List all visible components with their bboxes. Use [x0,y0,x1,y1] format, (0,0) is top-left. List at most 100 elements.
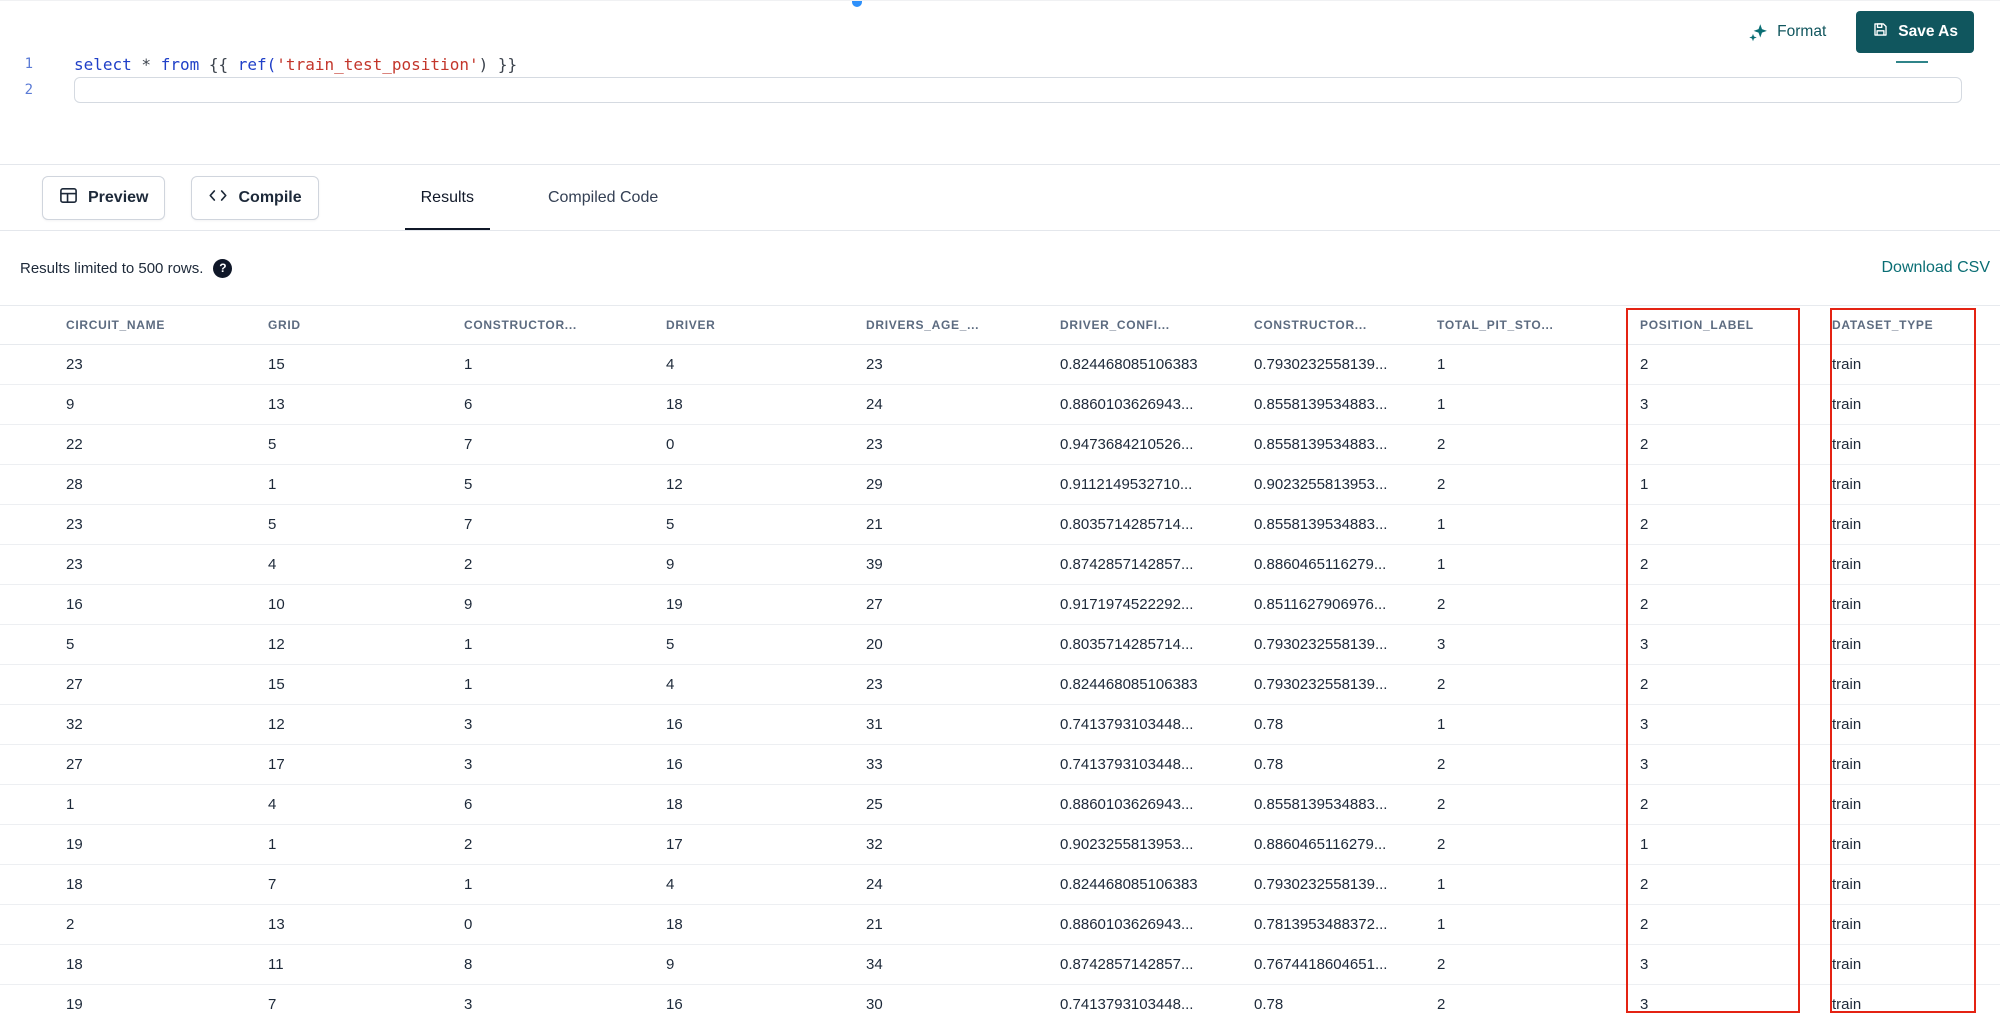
table-cell: 3 [1640,704,1832,745]
column-header-9: POSITION_LABEL [1640,305,1832,345]
table-cell: 9 [666,544,866,585]
table-row: 32 12 3 16 31 0.7413793103448... 0.78 1 3 train [0,704,2000,745]
jinja-brace: {{ [199,54,238,74]
table-cell: 25 [866,784,1060,825]
table-cell: 16 [666,704,866,745]
table-cell: 27 [866,584,1060,625]
tab-results[interactable]: Results [395,165,500,230]
table-cell: 0.8558139534883... [1254,384,1437,425]
table-cell: 1 [1437,544,1640,585]
table-cell: 9 [464,584,666,625]
table-cell: 0.78 [1254,704,1437,745]
table-cell: train [1832,464,2000,505]
table-cell: 9 [0,384,268,425]
table-cell: train [1832,504,2000,545]
sql-string: 'train_test_position' [276,54,479,74]
table-cell: 0.7930232558139... [1254,624,1437,665]
table-cell: 23 [866,664,1060,705]
save-icon [1872,21,1889,43]
table-grid-icon [59,186,78,210]
preview-button[interactable]: Preview [42,175,166,220]
table-cell: 0.8860103626943... [1060,784,1254,825]
table-cell: train [1832,784,2000,825]
editor-actions: Format Save As [1748,11,1974,53]
table-cell: 23 [866,424,1060,465]
table-cell: 2 [464,544,666,585]
table-cell: 32 [0,704,268,745]
table-cell: 13 [268,384,464,425]
table-cell: 22 [0,424,268,465]
table-cell: 33 [866,744,1060,785]
table-cell: 0.8742857142857... [1060,544,1254,585]
table-cell: 1 [1437,704,1640,745]
table-cell: 2 [1640,504,1832,545]
tab-compiled-code[interactable]: Compiled Code [522,165,684,230]
table-cell: train [1832,904,2000,945]
table-cell: 1 [464,664,666,705]
table-row: 19 7 3 16 30 0.7413793103448... 0.78 2 3 train [0,984,2000,1020]
table-cell: 1 [1640,824,1832,865]
column-header-10: DATASET_TYPE [1832,305,2000,345]
table-cell: 1 [464,864,666,905]
table-cell: 0.8558139534883... [1254,424,1437,465]
code-line-1[interactable]: 1 select * from {{ ref('train_test_posit… [0,51,2000,77]
table-cell: 0.8558139534883... [1254,504,1437,545]
table-cell: train [1832,344,2000,385]
dbt-ide-app: Format Save As 1 select * from {{ ref('t… [0,0,2000,1020]
column-header-2: GRID [268,305,464,345]
table-cell: 19 [0,824,268,865]
table-cell: 2 [1640,664,1832,705]
sparkles-icon [1748,22,1768,42]
table-cell: 0.7674418604651... [1254,944,1437,985]
table-cell: 18 [666,784,866,825]
table-cell: train [1832,864,2000,905]
table-cell: 0.8860465116279... [1254,544,1437,585]
column-header-8: TOTAL_PIT_STO... [1437,305,1640,345]
table-cell: 6 [464,384,666,425]
sql-keyword: from [160,54,200,74]
sql-function: ref( [237,54,277,74]
save-as-button[interactable]: Save As [1856,11,1974,53]
code-line-2[interactable]: 2 [0,77,2000,103]
table-cell: 0.824468085106383 [1060,344,1254,385]
limit-note-wrap: Results limited to 500 rows. ? [20,258,233,278]
code-area[interactable]: 1 select * from {{ ref('train_test_posit… [0,51,2000,103]
results-tabs: Results Compiled Code [395,165,685,230]
table-cell: 1 [0,784,268,825]
table-cell: 0.8511627906976... [1254,584,1437,625]
table-cell: train [1832,824,2000,865]
table-cell: 0.9023255813953... [1060,824,1254,865]
table-cell: 34 [866,944,1060,985]
table-cell: 13 [268,904,464,945]
tab-unsaved-indicator [852,1,862,7]
table-cell: 0.8558139534883... [1254,784,1437,825]
table-cell: train [1832,624,2000,665]
table-cell: 27 [0,664,268,705]
table-cell: 0.8860103626943... [1060,904,1254,945]
table-cell: 16 [666,744,866,785]
table-cell: 12 [666,464,866,505]
table-cell: 1 [1640,464,1832,505]
table-row: 18 11 8 9 34 0.8742857142857... 0.767441860465… [0,944,2000,985]
active-line-box[interactable] [74,77,1962,103]
results-info-bar: Results limited to 500 rows. ? Download … [0,231,2000,305]
table-cell: 2 [1640,544,1832,585]
download-csv-link[interactable]: Download CSV [1882,259,1991,277]
compile-button[interactable]: Compile [191,175,319,220]
table-row: 5 12 1 5 20 0.8035714285714... 0.7930232558139… [0,624,2000,665]
table-cell: 2 [1640,584,1832,625]
table-row: 23 4 2 9 39 0.8742857142857... 0.8860465116279… [0,544,2000,585]
table-row: 19 1 2 17 32 0.9023255813953... 0.886046511627… [0,824,2000,865]
help-icon[interactable]: ? [213,258,233,278]
table-cell: 5 [464,464,666,505]
table-cell: 24 [866,384,1060,425]
table-cell: 19 [0,984,268,1020]
format-button[interactable]: Format [1748,22,1826,42]
table-cell: 32 [866,824,1060,865]
table-cell: 3 [1640,944,1832,985]
table-cell: 3 [1437,624,1640,665]
table-cell: 9 [666,944,866,985]
table-cell: 0.9112149532710... [1060,464,1254,505]
column-header-4: DRIVER [666,305,866,345]
sql-editor[interactable]: Format Save As 1 select * from {{ ref('t… [0,0,2000,165]
